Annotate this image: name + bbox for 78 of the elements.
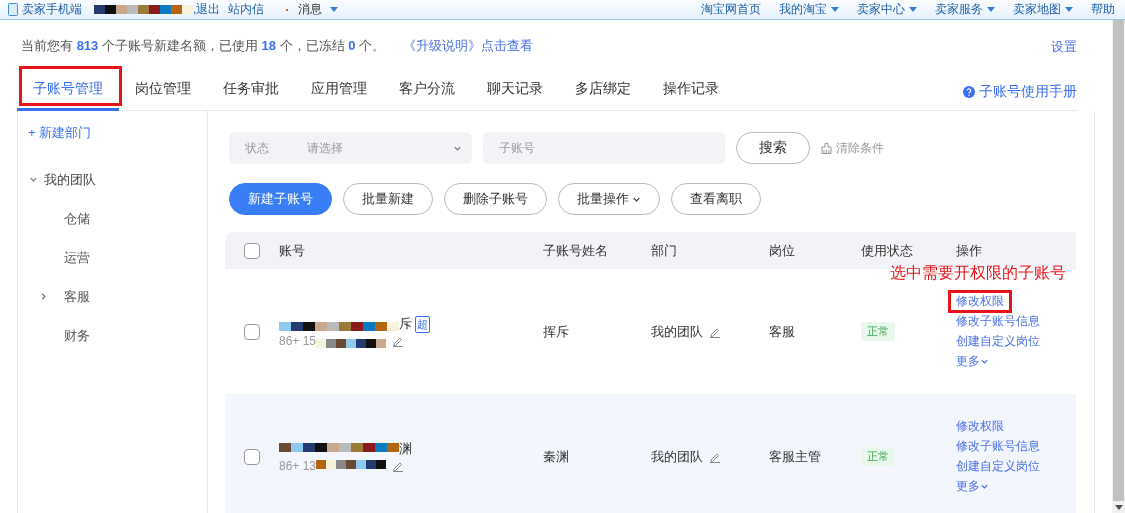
- table-cell: 客服主管: [769, 394, 861, 513]
- department-item[interactable]: 运营: [64, 248, 90, 267]
- upgrade-link[interactable]: 《升级说明》点击查看: [403, 37, 534, 55]
- table-cell-text: 客服: [769, 322, 796, 341]
- operation-link[interactable]: 修改权限: [948, 415, 1012, 438]
- chevron-icon: [980, 482, 989, 491]
- phone-number: 86+ 15: [279, 334, 317, 348]
- checkbox[interactable]: [244, 448, 260, 465]
- tab[interactable]: 多店绑定: [559, 80, 647, 111]
- tab[interactable]: 岗位管理: [119, 80, 207, 111]
- tab[interactable]: 子账号管理: [17, 80, 119, 111]
- checkbox[interactable]: [244, 323, 260, 340]
- top-nav-link[interactable]: 卖家地图: [1013, 1, 1073, 18]
- super-badge: 超: [415, 315, 430, 333]
- dropdown-button[interactable]: 批量操作: [558, 183, 660, 215]
- scrollbar-thumb[interactable]: [1113, 20, 1124, 501]
- top-nav-link[interactable]: 帮助: [1091, 1, 1115, 18]
- checkbox[interactable]: [244, 242, 260, 259]
- chevron-icon: [980, 357, 989, 366]
- caret-icon: [909, 7, 917, 12]
- column-header: 部门: [651, 232, 769, 269]
- more-link[interactable]: 更多: [948, 350, 997, 373]
- table-cell: 我的团队: [651, 322, 703, 341]
- caret-icon: [987, 7, 995, 12]
- action-button[interactable]: 删除子账号: [444, 183, 547, 215]
- status-badge: 正常: [861, 322, 895, 341]
- top-link[interactable]: ,退出: [193, 1, 221, 18]
- more-link[interactable]: 更多: [948, 475, 997, 498]
- help-icon: [963, 86, 975, 98]
- tab[interactable]: 客户分流: [383, 80, 471, 111]
- caret-icon: [831, 7, 839, 12]
- search-button[interactable]: 搜索: [736, 132, 810, 164]
- column-header: 账号: [279, 232, 543, 269]
- phone-number: 86+ 13: [279, 459, 317, 473]
- caret-icon: [1065, 7, 1073, 12]
- operation-link[interactable]: 创建自定义岗位: [948, 330, 1048, 353]
- phone-icon: [8, 3, 18, 16]
- department-item[interactable]: 仓储: [64, 209, 90, 228]
- column-header: 岗位: [769, 232, 861, 269]
- operation-link[interactable]: 修改子账号信息: [948, 310, 1048, 333]
- messages-menu[interactable]: 消息: [286, 1, 339, 18]
- new-department-link[interactable]: + 新建部门: [28, 124, 92, 142]
- broom-icon: [821, 142, 832, 154]
- department-item[interactable]: 财务: [64, 326, 90, 345]
- department-item[interactable]: 我的团队: [44, 170, 96, 189]
- table-cell: 秦渊: [543, 394, 651, 513]
- quota-text: 当前您有 813 个子账号新建名额，已使用 18 个，已冻结 0 个。: [21, 37, 386, 55]
- tab[interactable]: 任务审批: [207, 80, 295, 111]
- tab[interactable]: 聊天记录: [471, 80, 559, 111]
- scroll-down-icon[interactable]: [1114, 505, 1123, 510]
- top-link[interactable]: 站内信: [228, 1, 265, 18]
- account-field[interactable]: 子账号: [483, 132, 725, 164]
- table-cell: 我的团队: [651, 447, 703, 466]
- tab[interactable]: 应用管理: [295, 80, 383, 111]
- operation-link[interactable]: 修改权限: [948, 290, 1012, 313]
- edit-icon[interactable]: [392, 460, 405, 472]
- account-name: 渊: [399, 440, 412, 458]
- caret-icon: [330, 7, 339, 12]
- top-nav-link[interactable]: 淘宝网首页: [701, 1, 761, 18]
- tab[interactable]: 操作记录: [647, 80, 735, 111]
- column-header: 子账号姓名: [543, 232, 651, 269]
- status-badge: 正常: [861, 447, 895, 466]
- mobile-link[interactable]: 卖家手机端: [22, 1, 82, 18]
- operation-link[interactable]: 创建自定义岗位: [948, 455, 1048, 478]
- operation-link[interactable]: 修改子账号信息: [948, 435, 1048, 458]
- department-item[interactable]: 客服: [64, 287, 90, 306]
- settings-link[interactable]: 设置: [1051, 36, 1077, 56]
- table-cell-text: 挥斥: [543, 322, 570, 341]
- action-button[interactable]: 批量新建: [343, 183, 433, 215]
- top-nav-link[interactable]: 我的淘宝: [779, 1, 839, 18]
- top-nav-link[interactable]: 卖家服务: [935, 1, 995, 18]
- chevron-icon: [28, 175, 38, 184]
- edit-icon[interactable]: [392, 335, 405, 347]
- top-nav-link[interactable]: 卖家中心: [857, 1, 917, 18]
- account-name: 斥: [399, 315, 412, 333]
- create-button[interactable]: 新建子账号: [229, 183, 332, 215]
- manual-link[interactable]: 子账号使用手册: [963, 83, 1077, 110]
- action-button[interactable]: 查看离职: [671, 183, 761, 215]
